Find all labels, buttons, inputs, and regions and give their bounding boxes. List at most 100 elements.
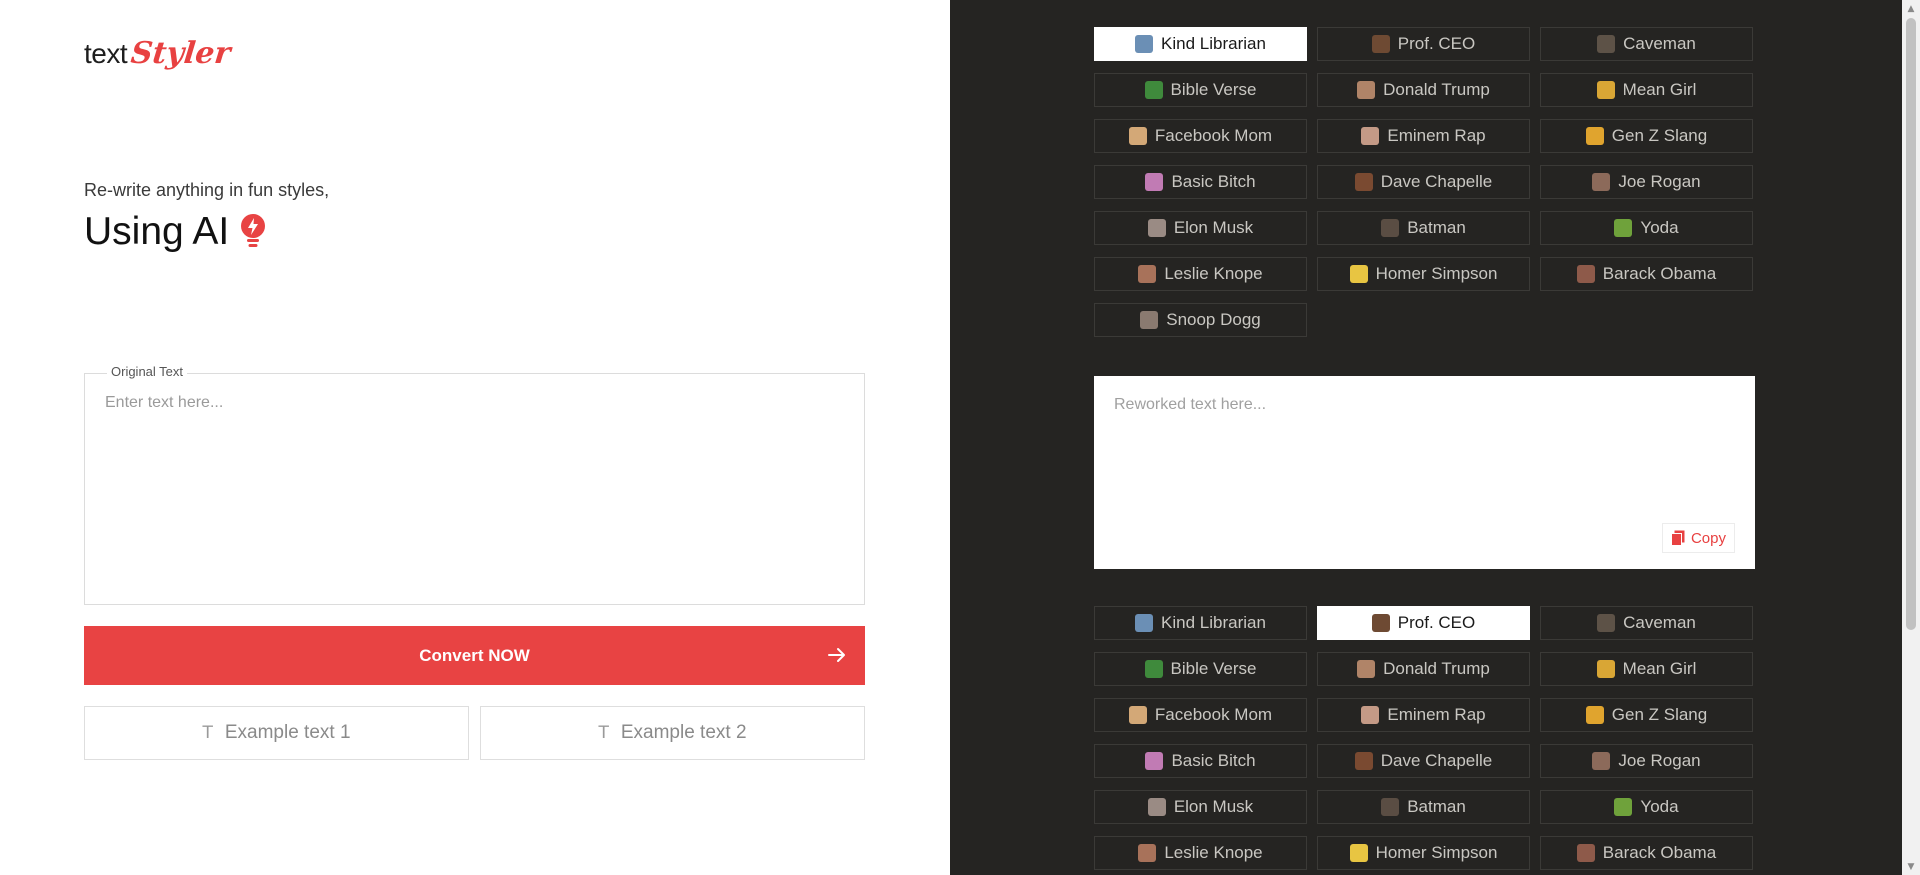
style-option-button[interactable]: Eminem Rap bbox=[1317, 698, 1530, 732]
snoop-portrait-icon bbox=[1140, 311, 1159, 329]
style-option-label: Yoda bbox=[1640, 218, 1679, 237]
arrow-right-icon bbox=[828, 648, 845, 662]
style-option-label: Barack Obama bbox=[1602, 843, 1717, 862]
style-option-label: Caveman bbox=[1623, 613, 1696, 632]
style-option-button[interactable]: Batman bbox=[1317, 790, 1530, 824]
text-icon: T bbox=[598, 723, 609, 743]
obama-portrait-icon bbox=[1576, 265, 1595, 283]
nail-polish-icon bbox=[1145, 752, 1164, 770]
obama-portrait-icon bbox=[1576, 844, 1595, 862]
style-option-label: Homer Simpson bbox=[1375, 843, 1498, 862]
style-option-button[interactable]: Barack Obama bbox=[1540, 836, 1753, 870]
style-option-button[interactable]: Leslie Knope bbox=[1094, 836, 1307, 870]
style-option-button[interactable]: Elon Musk bbox=[1094, 790, 1307, 824]
style-option-label: Prof. CEO bbox=[1397, 34, 1476, 53]
original-text-input[interactable] bbox=[85, 374, 864, 604]
style-option-label: Caveman bbox=[1623, 34, 1696, 53]
style-option-label: Joe Rogan bbox=[1618, 172, 1701, 191]
scrollbar-thumb[interactable] bbox=[1906, 18, 1916, 630]
style-option-button[interactable]: Joe Rogan bbox=[1540, 744, 1753, 778]
page-title: Using AI bbox=[84, 210, 267, 254]
style-option-button[interactable]: Caveman bbox=[1540, 27, 1753, 61]
scroll-up-arrow-icon[interactable]: ▲ bbox=[1902, 0, 1920, 17]
open-book-icon bbox=[1135, 35, 1154, 53]
style-option-button[interactable]: Batman bbox=[1317, 211, 1530, 245]
style-option-label: Elon Musk bbox=[1173, 797, 1254, 816]
style-option-label: Batman bbox=[1407, 218, 1466, 237]
style-option-label: Kind Librarian bbox=[1161, 613, 1266, 632]
style-option-label: Elon Musk bbox=[1173, 218, 1254, 237]
logo[interactable]: text Styler bbox=[84, 36, 232, 71]
example-text-1-label: Example text 1 bbox=[224, 722, 351, 743]
style-option-label: Mean Girl bbox=[1622, 659, 1697, 678]
style-option-button[interactable]: Bible Verse bbox=[1094, 73, 1307, 107]
style-option-label: Dave Chapelle bbox=[1380, 172, 1493, 191]
example-text-1-button[interactable]: T Example text 1 bbox=[84, 706, 469, 760]
style-option-button[interactable]: Mean Girl bbox=[1540, 73, 1753, 107]
style-option-label: Leslie Knope bbox=[1164, 843, 1263, 862]
example-text-2-button[interactable]: T Example text 2 bbox=[480, 706, 865, 760]
style-option-button[interactable]: Joe Rogan bbox=[1540, 165, 1753, 199]
style-option-label: Snoop Dogg bbox=[1166, 310, 1261, 329]
convert-button[interactable]: Convert NOW bbox=[84, 626, 865, 685]
style-option-button[interactable]: Bible Verse bbox=[1094, 652, 1307, 686]
style-option-button[interactable]: Snoop Dogg bbox=[1094, 303, 1307, 337]
original-text-label: Original Text bbox=[107, 364, 188, 379]
lightbulb-icon bbox=[239, 214, 267, 250]
style-option-button[interactable]: Homer Simpson bbox=[1317, 836, 1530, 870]
musk-portrait-icon bbox=[1147, 219, 1166, 237]
style-option-button[interactable]: Caveman bbox=[1540, 606, 1753, 640]
style-option-button[interactable]: Elon Musk bbox=[1094, 211, 1307, 245]
homer-icon bbox=[1349, 265, 1368, 283]
original-text-field: Original Text bbox=[84, 364, 865, 605]
style-option-label: Prof. CEO bbox=[1397, 613, 1476, 632]
copy-button-label: Copy bbox=[1690, 529, 1726, 547]
style-option-button[interactable]: Donald Trump bbox=[1317, 652, 1530, 686]
style-option-label: Leslie Knope bbox=[1164, 264, 1263, 283]
logo-text: text bbox=[84, 38, 128, 69]
style-option-button[interactable]: Basic Bitch bbox=[1094, 165, 1307, 199]
mom-emoji-icon bbox=[1128, 127, 1147, 145]
reworked-text-output[interactable] bbox=[1094, 376, 1755, 569]
style-option-button[interactable]: Prof. CEO bbox=[1317, 27, 1530, 61]
style-option-button[interactable]: Basic Bitch bbox=[1094, 744, 1307, 778]
yoda-icon bbox=[1614, 798, 1633, 816]
style-option-button[interactable]: Donald Trump bbox=[1317, 73, 1530, 107]
style-option-button[interactable]: Leslie Knope bbox=[1094, 257, 1307, 291]
style-option-button[interactable]: Eminem Rap bbox=[1317, 119, 1530, 153]
page-scrollbar[interactable]: ▲ ▼ bbox=[1902, 0, 1920, 875]
example-text-2-label: Example text 2 bbox=[620, 722, 747, 743]
style-option-button[interactable]: Yoda bbox=[1540, 211, 1753, 245]
style-option-button[interactable]: Yoda bbox=[1540, 790, 1753, 824]
style-option-button[interactable]: Dave Chapelle bbox=[1317, 165, 1530, 199]
yoda-icon bbox=[1614, 219, 1633, 237]
text-icon: T bbox=[202, 723, 213, 743]
style-option-label: Dave Chapelle bbox=[1380, 751, 1493, 770]
caveman-icon bbox=[1597, 614, 1616, 632]
mean-girl-emoji-icon bbox=[1596, 81, 1615, 99]
style-option-button[interactable]: Facebook Mom bbox=[1094, 698, 1307, 732]
style-option-button[interactable]: Kind Librarian bbox=[1094, 27, 1307, 61]
left-panel: text Styler Re-write anything in fun sty… bbox=[0, 0, 950, 875]
scroll-down-arrow-icon[interactable]: ▼ bbox=[1902, 858, 1920, 875]
style-option-label: Mean Girl bbox=[1622, 80, 1697, 99]
style-option-button[interactable]: Facebook Mom bbox=[1094, 119, 1307, 153]
style-option-button[interactable]: Dave Chapelle bbox=[1317, 744, 1530, 778]
zany-face-icon bbox=[1585, 127, 1604, 145]
style-option-button[interactable]: Gen Z Slang bbox=[1540, 119, 1753, 153]
open-book-icon bbox=[1135, 614, 1154, 632]
style-option-label: Joe Rogan bbox=[1618, 751, 1701, 770]
trump-portrait-icon bbox=[1357, 660, 1376, 678]
style-option-button[interactable]: Kind Librarian bbox=[1094, 606, 1307, 640]
trump-portrait-icon bbox=[1357, 81, 1376, 99]
style-option-button[interactable]: Gen Z Slang bbox=[1540, 698, 1753, 732]
copy-button[interactable]: Copy bbox=[1661, 523, 1735, 553]
style-option-button[interactable]: Mean Girl bbox=[1540, 652, 1753, 686]
style-option-button[interactable]: Homer Simpson bbox=[1317, 257, 1530, 291]
green-book-icon bbox=[1144, 660, 1163, 678]
style-option-label: Batman bbox=[1407, 797, 1466, 816]
style-option-button[interactable]: Prof. CEO bbox=[1317, 606, 1530, 640]
style-option-button[interactable]: Barack Obama bbox=[1540, 257, 1753, 291]
chapelle-portrait-icon bbox=[1354, 173, 1373, 191]
caveman-icon bbox=[1597, 35, 1616, 53]
